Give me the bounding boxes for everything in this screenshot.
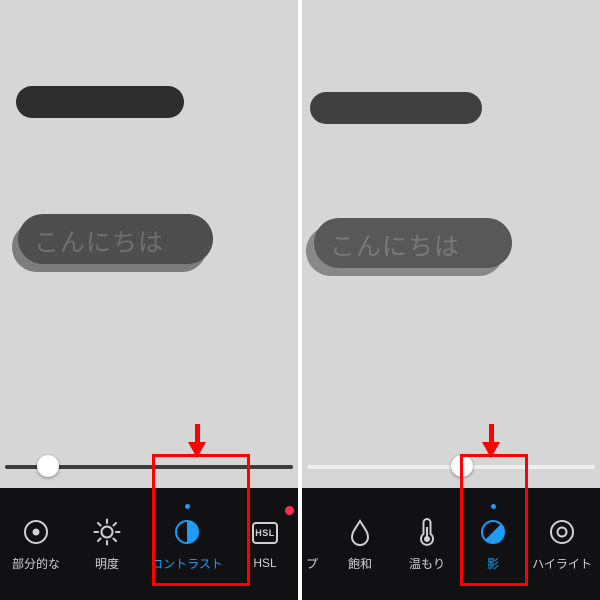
tool-label: 影 — [487, 555, 499, 572]
tool-label: HSL — [253, 556, 276, 570]
edge-icon — [306, 517, 320, 547]
right-toolbar: プ 飽和 温もり 影 — [302, 488, 600, 600]
tool-label: ハイライト — [532, 555, 592, 572]
sun-icon — [92, 517, 122, 547]
left-canvas: こんにちは — [0, 0, 298, 480]
drop-icon — [345, 517, 375, 547]
right-slider[interactable] — [307, 452, 595, 482]
tool-label: 明度 — [95, 555, 119, 572]
tool-hsl[interactable]: HSL HSL — [232, 488, 298, 600]
tool-label: プ — [306, 555, 318, 572]
target-icon — [21, 517, 51, 547]
right-pane: こんにちは プ 飽和 温もり — [302, 0, 600, 600]
pill-text: こんにちは — [330, 227, 460, 263]
tool-selective[interactable]: 部分的な — [0, 488, 72, 600]
tool-edge-partial[interactable]: プ — [302, 488, 328, 600]
tool-label: 飽和 — [348, 555, 372, 572]
pill-text: こんにちは — [34, 223, 164, 259]
tool-label: 温もり — [409, 555, 445, 572]
left-pane: こんにちは 部分的な — [0, 0, 298, 600]
active-dot — [491, 504, 496, 509]
tool-label: 部分的な — [12, 555, 60, 572]
hsl-icon: HSL — [250, 518, 280, 548]
tool-warmth[interactable]: 温もり — [392, 488, 462, 600]
tool-label: コントラスト — [151, 555, 223, 572]
highlight-icon — [547, 517, 577, 547]
shadow-icon — [478, 517, 508, 547]
slider-thumb[interactable] — [451, 455, 473, 477]
slider-thumb[interactable] — [37, 455, 59, 477]
tool-saturation[interactable]: 飽和 — [328, 488, 392, 600]
split-view: こんにちは 部分的な — [0, 0, 600, 600]
active-dot — [185, 504, 190, 509]
new-badge — [285, 506, 294, 515]
left-slider[interactable] — [5, 452, 293, 482]
right-canvas: こんにちは — [302, 0, 600, 480]
left-toolbar: 部分的な 明度 コントラスト — [0, 488, 298, 600]
tool-highlight[interactable]: ハイライト — [524, 488, 600, 600]
brush-stroke-1 — [16, 86, 184, 118]
brush-stroke-1 — [310, 92, 482, 124]
contrast-icon — [172, 517, 202, 547]
tool-shadow[interactable]: 影 — [462, 488, 524, 600]
tool-contrast[interactable]: コントラスト — [142, 488, 232, 600]
thermometer-icon — [412, 517, 442, 547]
tool-brightness[interactable]: 明度 — [72, 488, 142, 600]
